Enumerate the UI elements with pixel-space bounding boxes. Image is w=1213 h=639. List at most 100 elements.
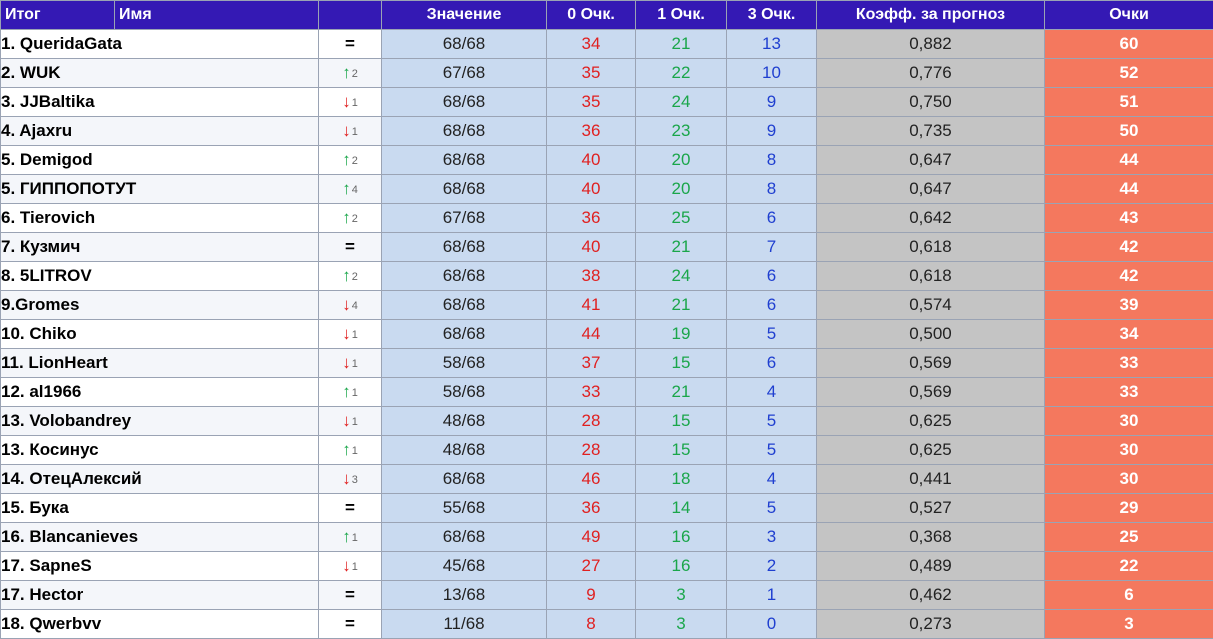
participant-name: 6. Tierovich [1, 204, 319, 233]
header-name[interactable]: Имя [115, 1, 319, 30]
table-row[interactable]: 10. Chiko↓168/68441950,50034 [1, 320, 1213, 349]
rank-change: = [319, 30, 382, 59]
rank-change-amount: 1 [352, 561, 358, 573]
header-three-points[interactable]: 3 Очк. [727, 1, 817, 30]
rank-change: ↓1 [319, 552, 382, 581]
table-row[interactable]: 15. Бука=55/68361450,52729 [1, 494, 1213, 523]
predictions-value: 58/68 [382, 378, 547, 407]
three-points-count: 5 [727, 407, 817, 436]
arrow-down-icon: ↓ [342, 556, 351, 575]
total-points: 3 [1045, 610, 1213, 639]
three-points-count: 9 [727, 117, 817, 146]
prediction-coefficient: 0,500 [817, 320, 1045, 349]
one-point-count: 21 [636, 378, 727, 407]
table-row[interactable]: 16. Blancanieves↑168/68491630,36825 [1, 523, 1213, 552]
three-points-count: 8 [727, 146, 817, 175]
table-row[interactable]: 17. Hector=13/689310,4626 [1, 581, 1213, 610]
total-points: 22 [1045, 552, 1213, 581]
header-trend[interactable] [319, 1, 382, 30]
arrow-up-icon: ↑ [342, 179, 351, 198]
predictions-value: 68/68 [382, 88, 547, 117]
three-points-count: 6 [727, 291, 817, 320]
rank-change-amount: 1 [352, 445, 358, 457]
rank-change-amount: 1 [352, 532, 358, 544]
rank-change: ↓1 [319, 320, 382, 349]
header-zero-points[interactable]: 0 Очк. [547, 1, 636, 30]
header-row: Итог Имя Значение 0 Очк. 1 Очк. 3 Очк. К… [1, 1, 1213, 30]
three-points-count: 10 [727, 59, 817, 88]
rank-change-amount: 4 [352, 300, 358, 312]
rank-change: = [319, 494, 382, 523]
predictions-value: 48/68 [382, 436, 547, 465]
table-row[interactable]: 4. Ajaxru↓168/68362390,73550 [1, 117, 1213, 146]
rank-change: ↓1 [319, 349, 382, 378]
header-coefficient[interactable]: Коэфф. за прогноз [817, 1, 1045, 30]
arrow-up-icon: ↑ [342, 382, 351, 401]
prediction-coefficient: 0,625 [817, 407, 1045, 436]
one-point-count: 21 [636, 233, 727, 262]
table-row[interactable]: 3. JJBaltika↓168/68352490,75051 [1, 88, 1213, 117]
table-row[interactable]: 1. QueridaGata=68/683421130,88260 [1, 30, 1213, 59]
prediction-coefficient: 0,273 [817, 610, 1045, 639]
header-one-point[interactable]: 1 Очк. [636, 1, 727, 30]
predictions-value: 68/68 [382, 146, 547, 175]
header-value[interactable]: Значение [382, 1, 547, 30]
rank-change: = [319, 581, 382, 610]
table-row[interactable]: 2. WUK↑267/683522100,77652 [1, 59, 1213, 88]
participant-name: 2. WUK [1, 59, 319, 88]
three-points-count: 5 [727, 320, 817, 349]
table-row[interactable]: 5. ГИППОПОТУТ↑468/68402080,64744 [1, 175, 1213, 204]
table-row[interactable]: 13. Volobandrey↓148/68281550,62530 [1, 407, 1213, 436]
three-points-count: 7 [727, 233, 817, 262]
arrow-up-icon: ↑ [342, 208, 351, 227]
one-point-count: 15 [636, 349, 727, 378]
one-point-count: 21 [636, 30, 727, 59]
zero-points-count: 27 [547, 552, 636, 581]
predictions-value: 55/68 [382, 494, 547, 523]
arrow-down-icon: ↓ [342, 92, 351, 111]
zero-points-count: 33 [547, 378, 636, 407]
participant-name: 11. LionHeart [1, 349, 319, 378]
rank-change: ↑1 [319, 378, 382, 407]
table-row[interactable]: 13. Косинус↑148/68281550,62530 [1, 436, 1213, 465]
table-row[interactable]: 14. ОтецАлексий↓368/68461840,44130 [1, 465, 1213, 494]
predictions-value: 67/68 [382, 204, 547, 233]
table-row[interactable]: 9.Gromes↓468/68412160,57439 [1, 291, 1213, 320]
table-row[interactable]: 18. Qwerbvv=11/688300,2733 [1, 610, 1213, 639]
table-row[interactable]: 7. Кузмич=68/68402170,61842 [1, 233, 1213, 262]
total-points: 60 [1045, 30, 1213, 59]
table-row[interactable]: 12. al1966↑158/68332140,56933 [1, 378, 1213, 407]
header-place[interactable]: Итог [1, 1, 115, 30]
prediction-coefficient: 0,735 [817, 117, 1045, 146]
arrow-down-icon: ↓ [342, 121, 351, 140]
table-row[interactable]: 5. Demigod↑268/68402080,64744 [1, 146, 1213, 175]
participant-name: 3. JJBaltika [1, 88, 319, 117]
three-points-count: 0 [727, 610, 817, 639]
three-points-count: 3 [727, 523, 817, 552]
zero-points-count: 40 [547, 146, 636, 175]
prediction-coefficient: 0,574 [817, 291, 1045, 320]
header-points[interactable]: Очки [1045, 1, 1213, 30]
participant-name: 18. Qwerbvv [1, 610, 319, 639]
table-row[interactable]: 17. SapneS↓145/68271620,48922 [1, 552, 1213, 581]
participant-name: 5. ГИППОПОТУТ [1, 175, 319, 204]
rank-change-amount: 1 [352, 387, 358, 399]
table-row[interactable]: 6. Tierovich↑267/68362560,64243 [1, 204, 1213, 233]
table-row[interactable]: 8. 5LITROV↑268/68382460,61842 [1, 262, 1213, 291]
rank-change: ↓1 [319, 88, 382, 117]
participant-name: 16. Blancanieves [1, 523, 319, 552]
rank-change: ↑2 [319, 59, 382, 88]
predictions-value: 68/68 [382, 175, 547, 204]
one-point-count: 16 [636, 552, 727, 581]
total-points: 43 [1045, 204, 1213, 233]
predictions-value: 48/68 [382, 407, 547, 436]
rank-change: ↑4 [319, 175, 382, 204]
participant-name: 5. Demigod [1, 146, 319, 175]
table-row[interactable]: 11. LionHeart↓158/68371560,56933 [1, 349, 1213, 378]
rank-change-amount: 1 [352, 97, 358, 109]
arrow-up-icon: ↑ [342, 150, 351, 169]
rank-change: = [319, 233, 382, 262]
total-points: 30 [1045, 407, 1213, 436]
arrow-up-icon: ↑ [342, 63, 351, 82]
zero-points-count: 36 [547, 117, 636, 146]
